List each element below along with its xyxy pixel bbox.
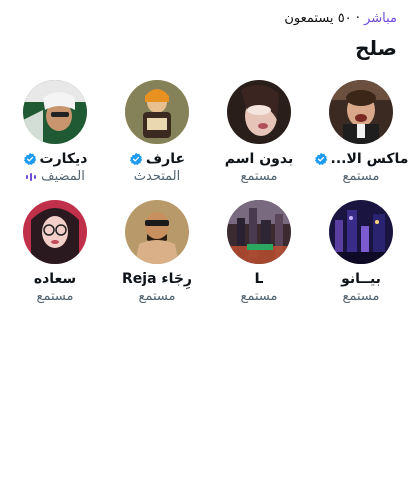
participant-role: مستمع — [138, 289, 176, 304]
verified-badge-icon — [129, 152, 143, 166]
verified-badge-icon — [314, 152, 327, 166]
participant-reja[interactable]: رِجَاء Reja مستمع — [108, 200, 206, 304]
participant-role: مستمع — [240, 169, 278, 184]
participant-aref[interactable]: عارف المتحدث — [108, 80, 206, 184]
avatar[interactable] — [23, 80, 87, 144]
participant-name: ماكس الا... — [330, 151, 409, 167]
live-label: مباشر — [364, 11, 397, 26]
avatar[interactable] — [23, 200, 87, 264]
participant-name: ديكارت — [39, 151, 88, 167]
participant-role: مستمع — [36, 289, 74, 304]
participant-saada[interactable]: سعاده مستمع — [6, 200, 104, 304]
participant-role: المضيف — [41, 169, 85, 184]
verified-badge-icon — [23, 152, 36, 166]
avatar[interactable] — [329, 200, 393, 264]
avatar[interactable] — [227, 200, 291, 264]
participant-name: بيــانو — [341, 271, 381, 287]
participant-descartes[interactable]: ديكارت المضيف — [6, 80, 104, 184]
participant-name: رِجَاء Reja — [122, 271, 192, 287]
space-title: صلح — [355, 36, 397, 60]
space-status: مباشر · ٥٠ يستمعون — [284, 11, 397, 26]
separator-dot: · — [355, 11, 360, 26]
participant-l[interactable]: L مستمع — [210, 200, 308, 304]
participant-piano[interactable]: بيــانو مستمع — [312, 200, 410, 304]
participant-name: سعاده — [33, 271, 77, 287]
participant-name: بدون اسم — [224, 151, 294, 167]
avatar[interactable] — [125, 200, 189, 264]
participant-noname[interactable]: بدون اسم مستمع — [210, 80, 308, 184]
participant-role: مستمع — [342, 289, 380, 304]
participant-role: مستمع — [240, 289, 278, 304]
participant-role: المتحدث — [133, 169, 181, 184]
participant-max[interactable]: ماكس الا... مستمع — [312, 80, 410, 184]
participant-name: L — [254, 271, 264, 287]
avatar[interactable] — [125, 80, 189, 144]
participant-role: مستمع — [342, 169, 380, 184]
avatar[interactable] — [329, 80, 393, 144]
participant-name: عارف — [145, 151, 186, 167]
listener-count: ٥٠ يستمعون — [284, 11, 352, 26]
speaking-indicator-icon — [26, 172, 37, 181]
avatar[interactable] — [227, 80, 291, 144]
